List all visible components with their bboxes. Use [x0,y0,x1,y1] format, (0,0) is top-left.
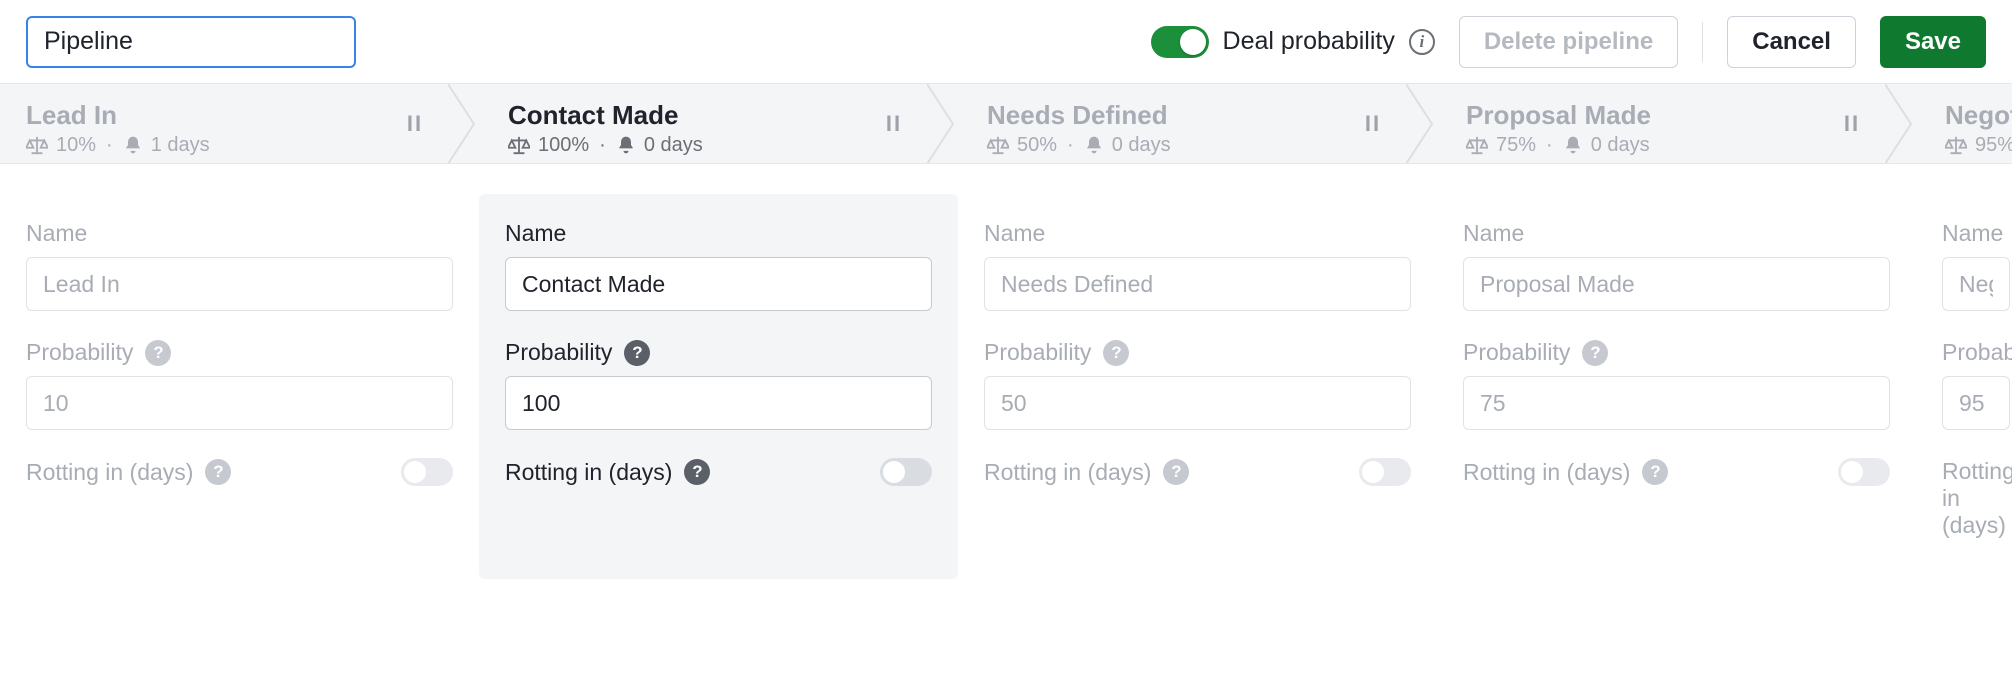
stage-header-contact-made[interactable]: Contact Made 100% 0 days [478,84,910,164]
divider [1702,22,1703,62]
scale-icon [26,135,48,155]
stage-probability-input[interactable] [505,376,932,430]
deal-probability-label: Deal probability [1223,27,1395,56]
drag-handle-icon[interactable]: II [1843,84,1861,164]
scale-icon [1945,135,1967,155]
save-button[interactable]: Save [1880,16,1986,68]
stage-card: Name Probability Rotting in (days) [1437,194,1916,579]
rotting-label: Rotting in (days) [984,459,1151,486]
stage-header-lead-in[interactable]: Lead In 10% 1 days [0,84,432,164]
stage-probability-input[interactable] [1942,376,2010,430]
stage-header-needs-defined[interactable]: Needs Defined 50% 0 days [957,84,1389,164]
stage-details-row: Name Probability Rotting in (days) Name … [0,164,2012,579]
deal-probability-toggle[interactable] [1151,26,1209,58]
info-icon[interactable] [1409,29,1435,55]
chevron-divider-icon [927,84,957,164]
stage-title: Proposal Made [1466,101,1838,130]
scale-icon [508,135,530,155]
name-label: Name [1463,220,1890,247]
name-label: Name [505,220,932,247]
stage-name-input[interactable] [984,257,1411,311]
drag-handle-icon[interactable]: II [406,84,424,164]
chevron-divider-icon [1406,84,1436,164]
pipeline-name-input[interactable] [26,16,356,68]
stage-days: 0 days [644,134,703,157]
help-icon[interactable] [1582,340,1608,366]
pipeline-editor-topbar: Deal probability Delete pipeline Cancel … [0,0,2012,84]
chevron-divider-icon [1885,84,1915,164]
stage-days: 1 days [151,134,210,157]
help-icon[interactable] [205,459,231,485]
stage-title: Needs Defined [987,101,1359,130]
stage-card: Name Probability Rotting in (days) [958,194,1437,579]
stage-probability-input[interactable] [1463,376,1890,430]
pipeline-stages-header: Lead In 10% 1 days II Contact Made 100% … [0,84,2012,164]
rotting-label: Rotting in (days) [1463,459,1630,486]
bell-icon [123,135,143,155]
name-label: Name [1942,220,2010,247]
stage-title: Negotiatio [1945,101,2012,130]
stage-header-proposal-made[interactable]: Proposal Made 75% 0 days [1436,84,1868,164]
help-icon[interactable] [684,459,710,485]
stage-probability: 95% [1975,134,2012,157]
probability-label: Probability [984,339,1091,366]
stage-title: Lead In [26,101,402,130]
stage-probability: 10% [56,134,96,157]
probability-label: Probability [505,339,612,366]
stage-header-negotiation[interactable]: Negotiatio 95% 0 [1915,84,2012,164]
help-icon[interactable] [145,340,171,366]
stage-name-input[interactable] [505,257,932,311]
stage-card: Name Probability Rotting in (days) [1916,194,2012,579]
stage-probability: 100% [538,134,589,157]
stage-name-input[interactable] [1463,257,1890,311]
bell-icon [1084,135,1104,155]
probability-label: Probability [26,339,133,366]
name-label: Name [26,220,453,247]
help-icon[interactable] [1163,459,1189,485]
rotting-toggle[interactable] [401,458,453,486]
delete-pipeline-button[interactable]: Delete pipeline [1459,16,1678,68]
scale-icon [1466,135,1488,155]
help-icon[interactable] [624,340,650,366]
stage-probability-input[interactable] [26,376,453,430]
stage-probability-input[interactable] [984,376,1411,430]
bell-icon [616,135,636,155]
rotting-toggle[interactable] [880,458,932,486]
name-label: Name [984,220,1411,247]
stage-name-input[interactable] [1942,257,2010,311]
rotting-label: Rotting in (days) [26,459,193,486]
drag-handle-icon[interactable]: II [1364,84,1382,164]
drag-handle-icon[interactable]: II [885,84,903,164]
stage-probability: 50% [1017,134,1057,157]
stage-name-input[interactable] [26,257,453,311]
bell-icon [1563,135,1583,155]
probability-label: Probability [1942,339,2012,366]
probability-label: Probability [1463,339,1570,366]
stage-days: 0 days [1112,134,1171,157]
cancel-button[interactable]: Cancel [1727,16,1856,68]
stage-title: Contact Made [508,101,880,130]
chevron-divider-icon [448,84,478,164]
stage-days: 0 days [1591,134,1650,157]
help-icon[interactable] [1642,459,1668,485]
stage-probability: 75% [1496,134,1536,157]
rotting-label: Rotting in (days) [1942,458,2012,539]
rotting-toggle[interactable] [1838,458,1890,486]
deal-probability-group: Deal probability [1151,26,1435,58]
rotting-label: Rotting in (days) [505,459,672,486]
help-icon[interactable] [1103,340,1129,366]
scale-icon [987,135,1009,155]
stage-card: Name Probability Rotting in (days) [479,194,958,579]
stage-card: Name Probability Rotting in (days) [0,194,479,579]
rotting-toggle[interactable] [1359,458,1411,486]
